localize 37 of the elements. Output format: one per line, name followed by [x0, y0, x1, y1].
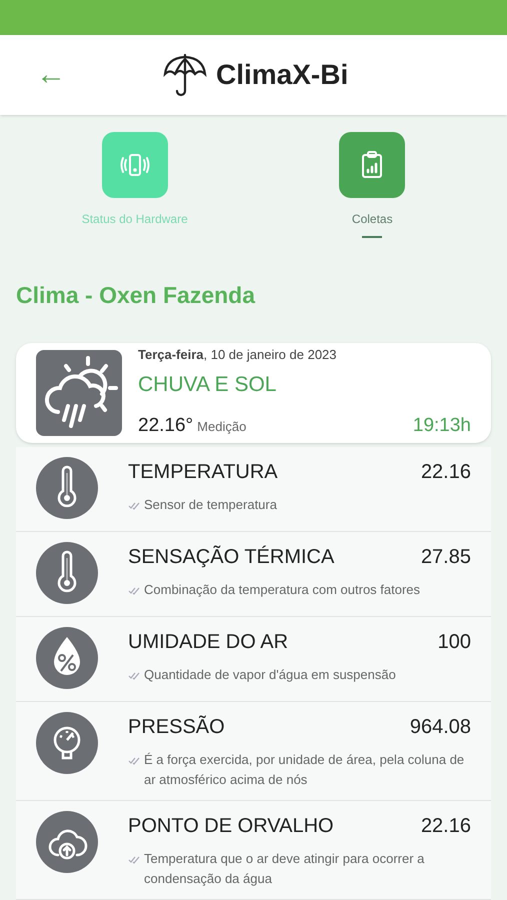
nav-tab[interactable]: Coletas [292, 132, 452, 248]
double-check-icon [128, 502, 140, 510]
double-check-icon [128, 587, 140, 595]
double-check-icon [128, 672, 140, 680]
reading-value: 100 [438, 630, 471, 655]
thermometer-icon [36, 542, 98, 604]
reading-name: TEMPERATURA [128, 460, 278, 485]
double-check-icon [128, 757, 140, 765]
reading-description: É a força exercida, por unidade de área, pela coluna de ar atmosférico acima de nós [144, 751, 466, 789]
app-title: ClimaX-Bi [216, 58, 348, 92]
weather-condition: CHUVA E SOL [138, 372, 278, 398]
reading-name: SENSAÇÃO TÉRMICA [128, 544, 334, 570]
reading-value: 22.16 [420, 814, 471, 839]
reading-value: 27.85 [420, 545, 471, 570]
cloud-upload-icon [36, 811, 98, 873]
section-title: Clima - Oxen Fazenda [15, 281, 256, 310]
reading-name: PONTO DE ORVALHO [128, 814, 334, 839]
humidity-drop-icon [36, 627, 98, 689]
pressure-gauge-icon [36, 712, 98, 774]
reading-description: Temperatura que o ar deve atingir para ocorrer a condensação da água [144, 850, 426, 888]
thermometer-icon [36, 457, 98, 519]
measurement-label: Medição [197, 418, 246, 436]
reading-value: 22.16 [420, 460, 471, 485]
temperature-reading: 22.16° [138, 414, 194, 438]
reading-value: 964.08 [410, 715, 471, 740]
back-button[interactable]: ← [36, 60, 66, 90]
reading-name: UMIDADE DO AR [128, 630, 288, 655]
reading-name: PRESSÃO [128, 714, 225, 740]
umbrella-logo-icon [162, 52, 208, 98]
double-check-icon [128, 856, 140, 864]
date-text: Terça-feira, 10 de janeiro de 2023 [138, 346, 338, 364]
reading-description: Sensor de temperatura [144, 496, 277, 514]
reading-description: Combinação da temperatura com outros fatores [144, 581, 420, 599]
reading-description: Quantidade de vapor d'água em suspensão [144, 666, 396, 684]
nav-tab[interactable]: Status do Hardware [54, 132, 215, 248]
measurement-time: 19:13h [412, 414, 471, 438]
rain-sun-icon [36, 350, 122, 436]
